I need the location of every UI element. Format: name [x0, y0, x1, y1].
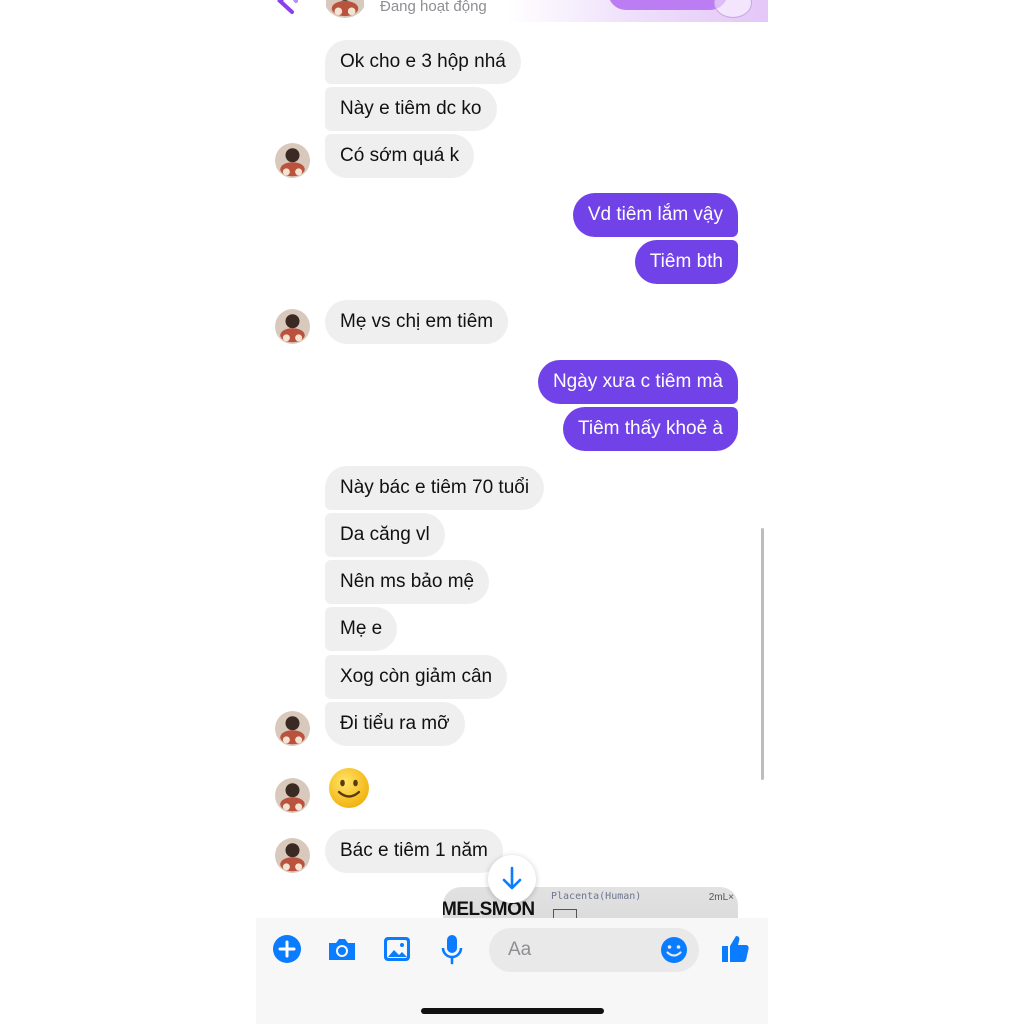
active-status: Đang hoạt động [380, 0, 487, 15]
emoji-icon[interactable] [659, 935, 689, 965]
contact-avatar[interactable] [324, 0, 366, 18]
message-incoming[interactable]: Này bác e tiêm 70 tuổi [325, 466, 545, 510]
message-incoming[interactable]: Này e tiêm dc ko [325, 87, 497, 131]
scrollbar[interactable] [761, 528, 764, 780]
message-incoming[interactable]: Đi tiểu ra mỡ [325, 702, 465, 746]
phone-icon[interactable] [600, 0, 728, 22]
gallery-icon[interactable] [380, 932, 414, 966]
contact-avatar[interactable] [275, 711, 310, 746]
composer-bar: Aa [256, 918, 768, 1024]
message-incoming[interactable]: Bác e tiêm 1 năm [325, 829, 503, 873]
scroll-to-bottom-button[interactable] [488, 855, 536, 903]
message-outgoing[interactable]: Tiêm thấy khoẻ à [562, 407, 738, 451]
contact-avatar[interactable] [275, 838, 310, 873]
avatar-image [275, 309, 310, 344]
message-incoming[interactable]: Có sớm quá k [325, 134, 475, 178]
home-indicator [421, 1008, 604, 1014]
avatar-image [275, 778, 310, 813]
message-input[interactable]: Aa [489, 928, 699, 972]
message-outgoing[interactable]: Tiêm bth [634, 240, 738, 284]
image-subtitle-text: Placenta(Human) [551, 891, 642, 902]
plus-icon[interactable] [270, 932, 304, 966]
contact-avatar[interactable] [275, 778, 310, 813]
messenger-screen: Đang hoạt động Ok cho e 3 hộp nhá Này e … [256, 0, 768, 1024]
message-outgoing[interactable]: Ngày xưa c tiêm mà [537, 360, 738, 404]
message-incoming[interactable]: Mẹ e [325, 607, 398, 651]
contact-avatar[interactable] [275, 143, 310, 178]
message-incoming[interactable]: Ok cho e 3 hộp nhá [325, 40, 521, 84]
avatar-image [275, 838, 310, 873]
avatar-image [275, 711, 310, 746]
image-volume-text: 2mL× [708, 892, 734, 903]
arrow-down-icon [502, 866, 522, 890]
contact-avatar[interactable] [275, 309, 310, 344]
slightly-smiling-face-emoji[interactable] [327, 766, 371, 810]
avatar-image [275, 143, 310, 178]
back-icon[interactable] [270, 0, 300, 16]
message-incoming[interactable]: Nên ms bảo mệ [325, 560, 490, 604]
camera-icon[interactable] [325, 932, 359, 966]
message-incoming[interactable]: Mẹ vs chị em tiêm [325, 300, 509, 344]
avatar-image [326, 0, 364, 18]
message-outgoing[interactable]: Vd tiêm lắm vậy [572, 193, 738, 237]
message-incoming[interactable]: Da căng vl [325, 513, 445, 557]
microphone-icon[interactable] [435, 932, 469, 966]
message-input-placeholder: Aa [508, 939, 532, 960]
like-icon[interactable] [718, 932, 752, 966]
message-incoming[interactable]: Xog còn giảm cân [325, 655, 508, 699]
chat-header: Đang hoạt động [256, 0, 768, 22]
